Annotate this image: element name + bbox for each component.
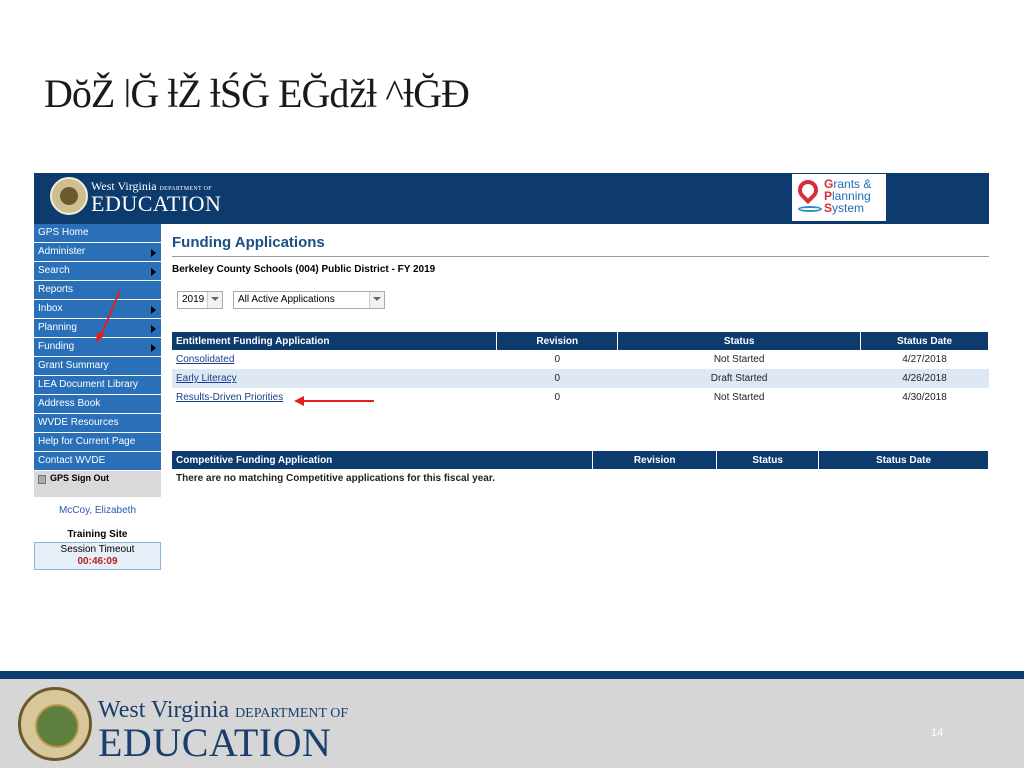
user-name-link[interactable]: McCoy, Elizabeth	[34, 505, 161, 516]
training-site-label: Training Site	[67, 529, 128, 540]
column-header: Status Date	[818, 451, 989, 469]
sidebar-item-search[interactable]: Search	[34, 262, 161, 280]
map-pin-icon	[793, 175, 823, 205]
column-header: Status Date	[860, 332, 989, 350]
sidebar-item-wvde-resources[interactable]: WVDE Resources	[34, 414, 161, 432]
revision-cell: 0	[496, 350, 618, 369]
sidebar-item-lea-document-library[interactable]: LEA Document Library	[34, 376, 161, 394]
column-header: Revision	[592, 451, 718, 469]
table-row: Early Literacy 0 Draft Started 4/26/2018	[172, 369, 989, 388]
status-cell: Not Started	[617, 388, 861, 407]
sidebar-item-administer[interactable]: Administer	[34, 243, 161, 261]
title-divider	[172, 256, 989, 257]
session-timeout-label: Session Timeout	[60, 544, 135, 555]
red-arrow-annotation	[294, 396, 374, 406]
status-cell: Draft Started	[617, 369, 861, 388]
map-pin-ring-icon	[798, 206, 822, 212]
chevron-down-icon	[369, 292, 384, 308]
district-label: Berkeley County Schools (004) Public Dis…	[172, 264, 436, 275]
sidebar-item-gps-home[interactable]: GPS Home	[34, 224, 161, 242]
session-timeout: Session Timeout 00:46:09	[34, 542, 161, 570]
caret-right-icon	[151, 344, 156, 352]
session-timeout-value: 00:46:09	[77, 556, 118, 567]
slide-title: DŏŽ ǀĞ ƚŽ ƚŚĞ EĞǆƚ ^ƚĞƉ	[44, 71, 470, 116]
sidebar-item-help[interactable]: Help for Current Page	[34, 433, 161, 451]
caret-right-icon	[151, 249, 156, 257]
column-header: Status	[716, 451, 820, 469]
sidebar-item-address-book[interactable]: Address Book	[34, 395, 161, 413]
sidebar-item-contact-wvde[interactable]: Contact WVDE	[34, 452, 161, 470]
caret-right-icon	[151, 325, 156, 333]
column-header: Competitive Funding Application	[172, 451, 594, 469]
table-header-row: Competitive Funding Application Revision…	[172, 451, 989, 469]
application-link-early-literacy[interactable]: Early Literacy	[176, 373, 237, 384]
table-row: Consolidated 0 Not Started 4/27/2018	[172, 350, 989, 369]
column-header: Revision	[496, 332, 619, 350]
page-number: 14	[931, 727, 944, 739]
application-link-consolidated[interactable]: Consolidated	[176, 354, 234, 365]
lock-icon	[38, 475, 46, 484]
sign-out-button[interactable]: GPS Sign Out	[34, 471, 161, 497]
caret-right-icon	[151, 306, 156, 314]
status-date-cell: 4/27/2018	[860, 350, 989, 369]
empty-message: There are no matching Competitive applic…	[172, 469, 989, 488]
gps-logo-text: Grants & Planning System	[824, 177, 872, 215]
application-link-results-driven-priorities[interactable]: Results-Driven Priorities	[176, 392, 283, 403]
footer: West Virginia DEPARTMENT OF EDUCATION 14	[0, 679, 1024, 768]
column-header: Status	[617, 332, 862, 350]
table-header-row: Entitlement Funding Application Revision…	[172, 332, 989, 350]
status-date-cell: 4/26/2018	[860, 369, 989, 388]
filter-select[interactable]: All Active Applications	[233, 291, 385, 309]
header-logo-line2: EDUCATION	[91, 191, 222, 216]
status-cell: Not Started	[617, 350, 861, 369]
caret-right-icon	[151, 268, 156, 276]
gps-logo[interactable]: Grants & Planning System	[792, 174, 886, 221]
red-arrow-annotation	[96, 289, 121, 343]
app-screenshot: West Virginia DEPARTMENT OF EDUCATION Gr…	[34, 173, 989, 573]
footer-logo-line2: EDUCATION	[98, 720, 332, 765]
state-seal-icon	[18, 687, 92, 761]
sidebar-item-grant-summary[interactable]: Grant Summary	[34, 357, 161, 375]
revision-cell: 0	[496, 369, 618, 388]
status-date-cell: 4/30/2018	[860, 388, 989, 407]
sidebar-nav: GPS Home Administer Search Reports Inbox…	[34, 224, 161, 497]
page-title: Funding Applications	[172, 234, 325, 251]
footer-bar	[0, 671, 1024, 679]
revision-cell: 0	[496, 388, 618, 407]
competitive-table: Competitive Funding Application Revision…	[172, 451, 989, 488]
chevron-down-icon	[207, 292, 222, 308]
year-select[interactable]: 2019	[177, 291, 223, 309]
app-header: West Virginia DEPARTMENT OF EDUCATION Gr…	[34, 173, 989, 224]
state-seal-icon	[50, 177, 88, 215]
table-row: There are no matching Competitive applic…	[172, 469, 989, 488]
column-header: Entitlement Funding Application	[172, 332, 498, 350]
